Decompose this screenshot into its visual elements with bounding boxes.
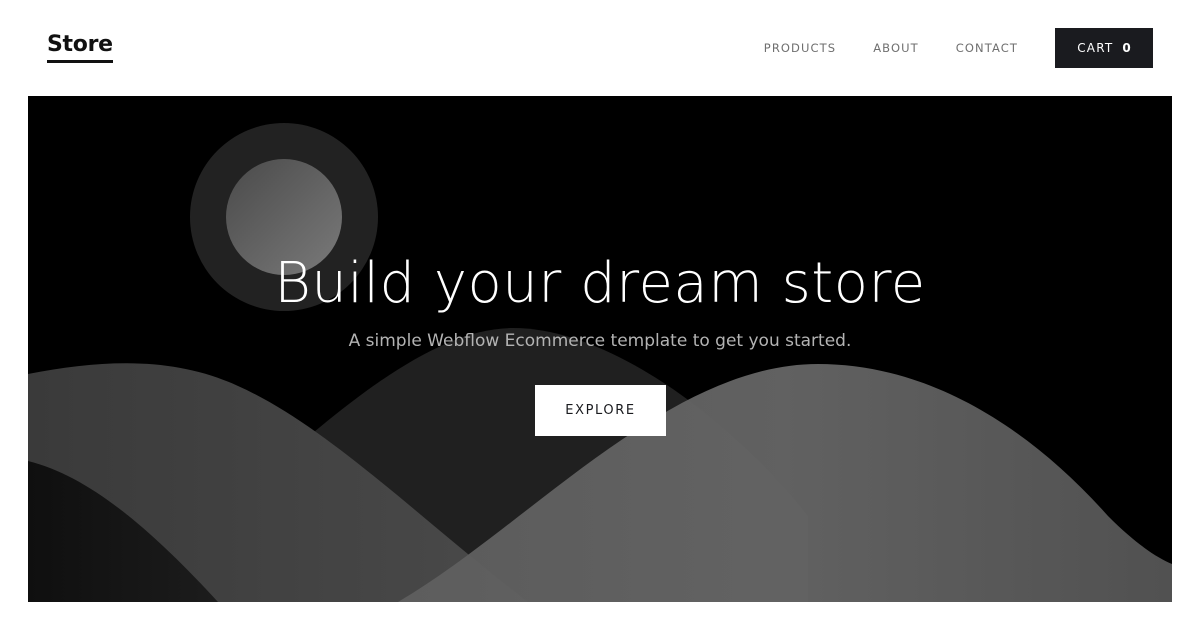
- brand-logo-link[interactable]: Store: [47, 30, 113, 63]
- nav-link-products[interactable]: PRODUCTS: [764, 28, 836, 68]
- hero-heading: Build your dream store: [274, 251, 926, 316]
- hero-subtitle: A simple Webflow Ecommerce template to g…: [348, 331, 852, 351]
- explore-button[interactable]: EXPLORE: [535, 385, 666, 436]
- cart-count-badge: 0: [1122, 41, 1131, 55]
- nav-link-about[interactable]: ABOUT: [873, 28, 919, 68]
- cart-button[interactable]: CART 0: [1055, 28, 1153, 68]
- nav-menu: PRODUCTS ABOUT CONTACT CART 0: [764, 28, 1153, 68]
- hero-section: Build your dream store A simple Webflow …: [28, 96, 1172, 602]
- hero-content: Build your dream store A simple Webflow …: [28, 96, 1172, 602]
- nav-link-contact[interactable]: CONTACT: [956, 28, 1018, 68]
- navbar: Store PRODUCTS ABOUT CONTACT CART 0: [0, 0, 1200, 96]
- cart-label: CART: [1077, 41, 1114, 55]
